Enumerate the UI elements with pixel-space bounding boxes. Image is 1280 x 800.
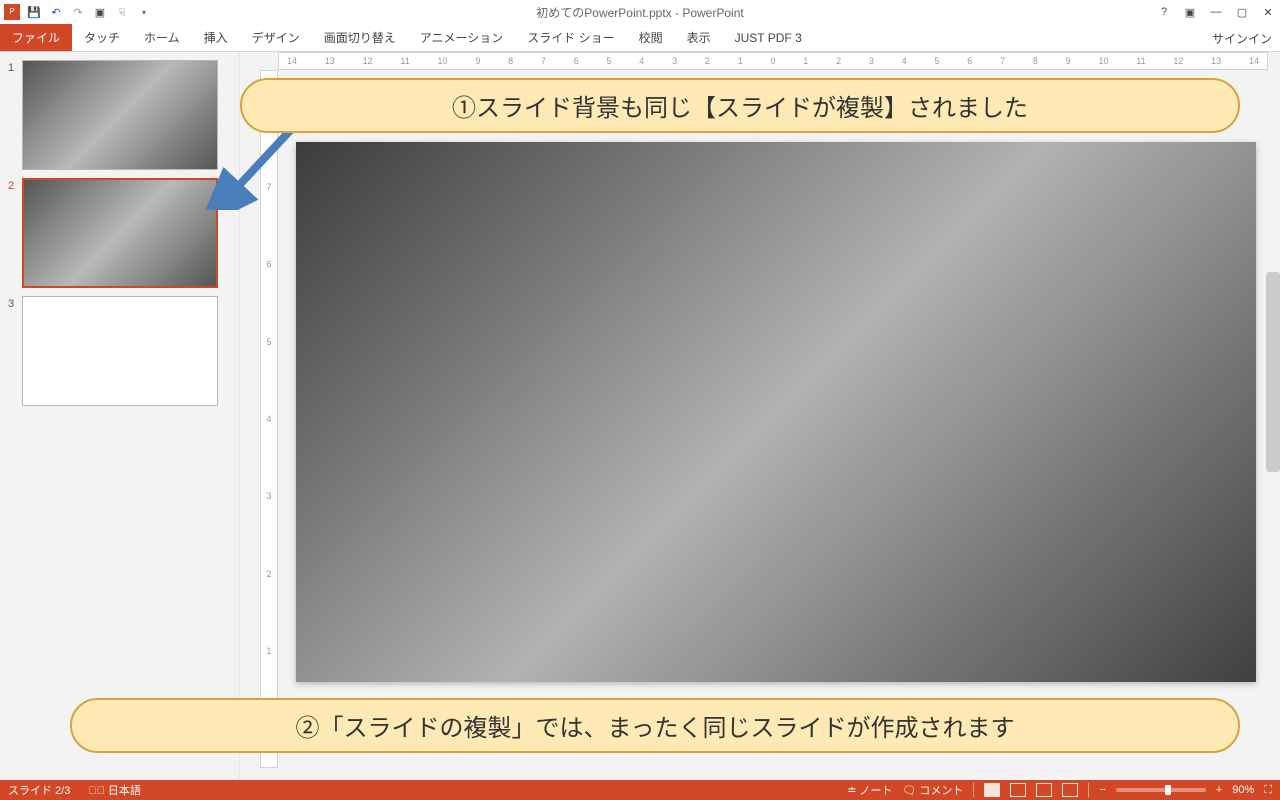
signin-link[interactable]: サインイン <box>1212 30 1272 47</box>
vertical-scrollbar[interactable] <box>1266 272 1280 472</box>
slide-panel: 1 2 3 <box>0 52 240 780</box>
language-indicator[interactable]: �⃞ 日本語 <box>88 782 141 798</box>
zoom-in-button[interactable]: + <box>1216 784 1222 796</box>
tab-transitions[interactable]: 画面切り替え <box>312 24 408 51</box>
slide-thumbnail[interactable]: 2 <box>8 178 231 288</box>
touch-mode-icon[interactable]: ☟ <box>114 4 130 20</box>
redo-icon[interactable]: ↷ <box>70 4 86 20</box>
zoom-slider[interactable] <box>1116 788 1206 792</box>
annotation-callout-2: ②「スライドの複製」では、まったく同じスライドが作成されます <box>70 698 1240 753</box>
save-icon[interactable]: 💾 <box>26 4 42 20</box>
annotation-callout-1: ①スライド背景も同じ【スライドが複製】されました <box>240 78 1240 133</box>
tab-justpdf[interactable]: JUST PDF 3 <box>723 24 814 51</box>
slide-sorter-view-icon[interactable] <box>1010 783 1026 797</box>
minimize-icon[interactable]: — <box>1208 6 1224 18</box>
fit-to-window-icon[interactable]: ⛶ <box>1264 784 1272 797</box>
thumbnail-preview[interactable] <box>22 178 218 288</box>
slide-counter[interactable]: スライド 2/3 <box>8 782 70 798</box>
slide-thumbnail[interactable]: 1 <box>8 60 231 170</box>
slide-number: 3 <box>8 296 22 406</box>
slideshow-view-icon[interactable] <box>1062 783 1078 797</box>
ruler-vertical[interactable]: 876543210 <box>260 70 278 768</box>
tab-view[interactable]: 表示 <box>675 24 723 51</box>
comments-button[interactable]: 🗨 コメント <box>902 782 963 798</box>
ribbon-display-icon[interactable]: ▣ <box>1182 6 1198 19</box>
slide-number: 2 <box>8 178 22 288</box>
tab-touch[interactable]: タッチ <box>72 24 132 51</box>
maximize-icon[interactable]: ▢ <box>1234 6 1250 19</box>
app-icon: P <box>4 4 20 20</box>
tab-slideshow[interactable]: スライド ショー <box>515 24 626 51</box>
reading-view-icon[interactable] <box>1036 783 1052 797</box>
ruler-horizontal[interactable]: 141312111098765432101234567891011121314 <box>278 52 1268 70</box>
thumbnail-preview[interactable] <box>22 296 218 406</box>
slide-number: 1 <box>8 60 22 170</box>
normal-view-icon[interactable] <box>984 783 1000 797</box>
status-bar: スライド 2/3 �⃞ 日本語 ≐ ノート 🗨 コメント − + 90% ⛶ <box>0 780 1280 800</box>
undo-icon[interactable]: ↶ <box>48 4 64 20</box>
tab-design[interactable]: デザイン <box>240 24 312 51</box>
start-from-beginning-icon[interactable]: ▣ <box>92 4 108 20</box>
help-icon[interactable]: ? <box>1156 6 1172 18</box>
slide-thumbnail[interactable]: 3 <box>8 296 231 406</box>
qat-customize-icon[interactable]: ▾ <box>136 4 152 20</box>
zoom-level[interactable]: 90% <box>1232 784 1254 796</box>
tab-home[interactable]: ホーム <box>132 24 192 51</box>
notes-button[interactable]: ≐ ノート <box>847 782 892 798</box>
tab-insert[interactable]: 挿入 <box>192 24 240 51</box>
thumbnail-preview[interactable] <box>22 60 218 170</box>
tab-animations[interactable]: アニメーション <box>408 24 516 51</box>
tab-review[interactable]: 校閲 <box>627 24 675 51</box>
slide-editor: 141312111098765432101234567891011121314 … <box>240 52 1280 780</box>
tab-file[interactable]: ファイル <box>0 24 72 51</box>
close-icon[interactable]: ✕ <box>1260 6 1276 19</box>
window-title: 初めてのPowerPoint.pptx - PowerPoint <box>536 4 743 21</box>
zoom-out-button[interactable]: − <box>1099 784 1105 796</box>
ribbon-tabs: ファイル タッチ ホーム 挿入 デザイン 画面切り替え アニメーション スライド… <box>0 24 1280 52</box>
slide-canvas[interactable] <box>296 142 1256 682</box>
